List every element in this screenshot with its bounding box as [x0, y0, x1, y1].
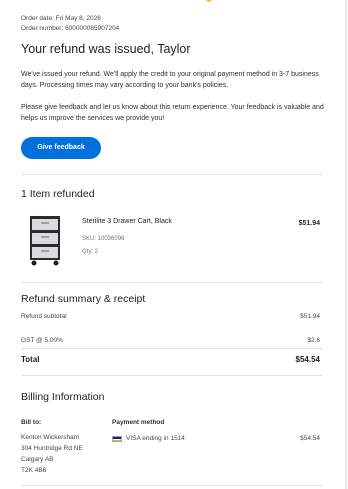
order-date: Order date: Fri May 8, 2026: [21, 15, 101, 22]
address-line: Kenton Wickersham: [21, 434, 80, 441]
drawer-cart-icon: [30, 216, 60, 266]
visa-card-icon: [112, 436, 122, 442]
refund-subtotal-value: $51.94: [300, 313, 320, 320]
item-name-link[interactable]: Sterilite 3 Drawer Cart, Black: [82, 218, 172, 225]
total-value: $54.54: [295, 355, 320, 364]
order-number: Order number: 600000085907204: [21, 25, 120, 32]
payment-amount: $54.54: [300, 435, 320, 442]
email-card: Order date: Fri May 8, 2026 Order number…: [0, 0, 346, 489]
spark-logo-icon: [206, 0, 212, 2]
item-sku: SKU: 10036096: [82, 236, 125, 242]
feedback-request-text: Please give feedback and let us know abo…: [21, 104, 324, 122]
billing-section-title: Billing Information: [21, 391, 105, 403]
total-label: Total: [21, 355, 40, 364]
tax-value: $2.6: [307, 337, 320, 344]
items-section-title: 1 Item refunded: [21, 188, 95, 200]
summary-section-title: Refund summary & receipt: [21, 293, 146, 305]
address-line: 304 Huntridge Rd NE: [21, 445, 83, 452]
address-line: T2K 4B6: [21, 467, 47, 474]
divider: [21, 282, 323, 283]
give-feedback-button[interactable]: Give feedback: [21, 137, 101, 159]
refund-intro-text: We've issued your refund. We'll apply th…: [21, 71, 319, 89]
item-price: $51.94: [298, 220, 320, 227]
payment-method-label: Payment method: [112, 419, 165, 426]
payment-method-text: VISA ending in 1514: [126, 435, 185, 442]
item-qty: Qty: 2: [82, 249, 99, 255]
address-line: Calgary AB: [21, 456, 54, 463]
divider: [21, 485, 323, 486]
bill-to-label: Bill to:: [21, 419, 42, 426]
divider: [21, 348, 323, 349]
page-title: Your refund was issued, Taylor: [21, 42, 191, 56]
divider: [21, 174, 323, 175]
tax-label: GST @ 5.00%: [21, 337, 63, 344]
divider: [21, 375, 323, 376]
refund-subtotal-label: Refund subtotal: [21, 313, 67, 320]
